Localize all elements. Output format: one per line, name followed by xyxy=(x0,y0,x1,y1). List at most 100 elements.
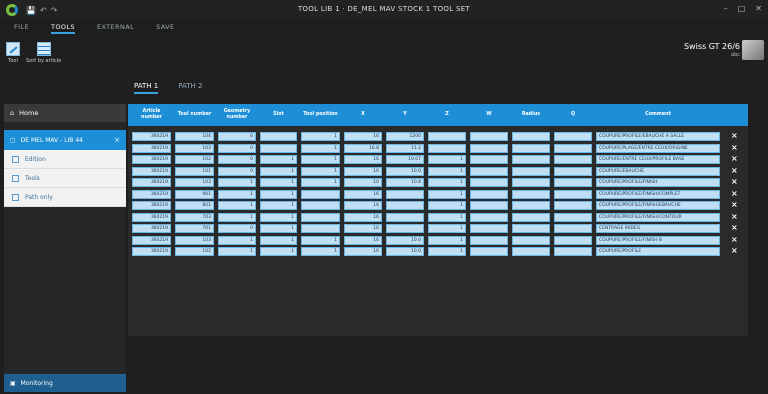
table-cell[interactable]: 1 xyxy=(218,201,256,210)
table-cell[interactable]: 1 xyxy=(260,178,297,187)
delete-row-icon[interactable]: × xyxy=(731,154,738,163)
comment-cell[interactable]: COUPURE/PROFILE/FINISH/EBAUCHE xyxy=(596,201,720,210)
table-cell[interactable]: 1 xyxy=(260,247,297,256)
comment-cell[interactable]: COUPURE/PROFILE/EBAUCHE A SALLE xyxy=(596,132,720,141)
table-cell[interactable]: 1 xyxy=(218,178,256,187)
table-cell[interactable]: 1 xyxy=(428,155,466,164)
table-cell[interactable]: 0 xyxy=(218,224,256,233)
table-cell[interactable] xyxy=(554,201,592,210)
sidebar-item-path-only[interactable]: Path only xyxy=(4,188,126,207)
column-header[interactable]: Tool number xyxy=(175,104,214,126)
table-cell[interactable]: 1 xyxy=(301,235,340,245)
table-cell[interactable]: 801 xyxy=(175,201,214,210)
delete-row-icon[interactable]: × xyxy=(731,131,738,140)
table-cell[interactable]: 10.0 xyxy=(386,247,424,256)
table-cell[interactable] xyxy=(512,212,550,222)
table-cell[interactable]: 1 xyxy=(428,247,466,256)
table-cell[interactable] xyxy=(512,224,550,233)
table-cell[interactable]: 11.2 xyxy=(386,143,424,153)
table-cell[interactable]: 10.0 xyxy=(386,235,424,245)
column-header[interactable]: Z xyxy=(428,104,466,126)
table-cell[interactable] xyxy=(301,212,340,222)
column-header[interactable]: Tool position xyxy=(301,104,340,126)
table-cell[interactable] xyxy=(470,143,508,153)
table-cell[interactable]: 16 xyxy=(344,224,382,233)
table-cell[interactable]: 10 xyxy=(344,178,382,187)
table-cell[interactable]: 360219 xyxy=(132,224,171,233)
column-header[interactable]: W xyxy=(470,104,508,126)
table-cell[interactable] xyxy=(512,166,550,176)
delete-row-icon[interactable]: × xyxy=(731,143,738,152)
table-cell[interactable] xyxy=(554,235,592,245)
sidebar-item-tools[interactable]: Tools xyxy=(4,169,126,188)
table-cell[interactable]: 102 xyxy=(175,155,214,164)
column-header[interactable]: Q xyxy=(554,104,592,126)
table-cell[interactable]: 1200 xyxy=(386,132,424,141)
delete-row-icon[interactable]: × xyxy=(731,166,738,175)
table-cell[interactable]: 360219 xyxy=(132,201,171,210)
table-cell[interactable]: 901 xyxy=(175,189,214,199)
comment-cell[interactable]: COUPURE/PROFILE/FINISH B xyxy=(596,235,720,245)
delete-row-icon[interactable]: × xyxy=(731,223,738,232)
table-cell[interactable]: 104 xyxy=(175,132,214,141)
table-cell[interactable] xyxy=(470,212,508,222)
sidebar-item-monitoring[interactable]: ▣ Monitoring xyxy=(4,374,126,392)
table-cell[interactable] xyxy=(260,143,297,153)
comment-cell[interactable]: COUPURE/PROFILE/FINISH/COMPLET xyxy=(596,189,720,199)
table-cell[interactable]: 1 xyxy=(301,155,340,164)
table-cell[interactable] xyxy=(386,224,424,233)
table-cell[interactable]: 1 xyxy=(428,201,466,210)
table-cell[interactable]: 1 xyxy=(260,155,297,164)
table-cell[interactable]: 1 xyxy=(301,247,340,256)
table-cell[interactable]: 1 xyxy=(428,166,466,176)
table-cell[interactable]: 1 xyxy=(428,178,466,187)
delete-row-icon[interactable]: × xyxy=(731,189,738,198)
sort-by-article-button[interactable]: Sort by article xyxy=(26,42,61,64)
table-cell[interactable]: 360219 xyxy=(132,132,171,141)
column-header[interactable]: Radius xyxy=(512,104,550,126)
table-cell[interactable] xyxy=(512,247,550,256)
table-cell[interactable]: 0 xyxy=(218,143,256,153)
column-header[interactable]: Slot xyxy=(260,104,297,126)
table-cell[interactable] xyxy=(386,201,424,210)
table-cell[interactable] xyxy=(301,224,340,233)
table-cell[interactable]: 360219 xyxy=(132,247,171,256)
table-cell[interactable] xyxy=(512,178,550,187)
table-cell[interactable]: 701 xyxy=(175,224,214,233)
table-cell[interactable]: 103 xyxy=(175,235,214,245)
comment-cell[interactable]: COUPURE/PROFILE/FINISH xyxy=(596,178,720,187)
table-cell[interactable]: 16 xyxy=(344,235,382,245)
table-cell[interactable]: 103 xyxy=(175,143,214,153)
table-cell[interactable] xyxy=(554,178,592,187)
table-cell[interactable] xyxy=(512,235,550,245)
delete-row-icon[interactable]: × xyxy=(731,200,738,209)
table-cell[interactable]: 1 xyxy=(301,132,340,141)
sidebar-item-machine[interactable]: ▢ DE MEL MAV - LIB 44 × xyxy=(4,130,126,150)
comment-cell[interactable]: COUPURE/PROFILE xyxy=(596,247,720,256)
table-cell[interactable]: 1 xyxy=(260,212,297,222)
menu-tab-tools[interactable]: TOOLS xyxy=(50,23,75,34)
menu-tab-external[interactable]: EXTERNAL xyxy=(97,23,134,34)
table-cell[interactable] xyxy=(428,143,466,153)
table-cell[interactable] xyxy=(470,132,508,141)
table-cell[interactable] xyxy=(470,235,508,245)
table-cell[interactable] xyxy=(512,201,550,210)
table-cell[interactable] xyxy=(470,166,508,176)
table-cell[interactable] xyxy=(512,155,550,164)
table-cell[interactable] xyxy=(470,224,508,233)
table-cell[interactable] xyxy=(512,143,550,153)
table-cell[interactable] xyxy=(512,132,550,141)
table-cell[interactable]: 10.8 xyxy=(386,178,424,187)
table-cell[interactable]: 703 xyxy=(175,212,214,222)
comment-cell[interactable]: COUPURE/PROFILE/FINISH/CONTOUR xyxy=(596,212,720,222)
table-cell[interactable] xyxy=(386,212,424,222)
table-cell[interactable]: 16 xyxy=(344,166,382,176)
table-cell[interactable]: 0 xyxy=(218,155,256,164)
comment-cell[interactable]: CENTRAGE 90DEG xyxy=(596,224,720,233)
delete-row-icon[interactable]: × xyxy=(731,212,738,221)
comment-cell[interactable]: COUPURE/PLAGE/ENTRE CEUX/ORIGINE xyxy=(596,143,720,153)
table-cell[interactable]: 1 xyxy=(260,189,297,199)
table-cell[interactable] xyxy=(554,212,592,222)
table-cell[interactable]: 103 xyxy=(175,178,214,187)
table-cell[interactable] xyxy=(428,132,466,141)
